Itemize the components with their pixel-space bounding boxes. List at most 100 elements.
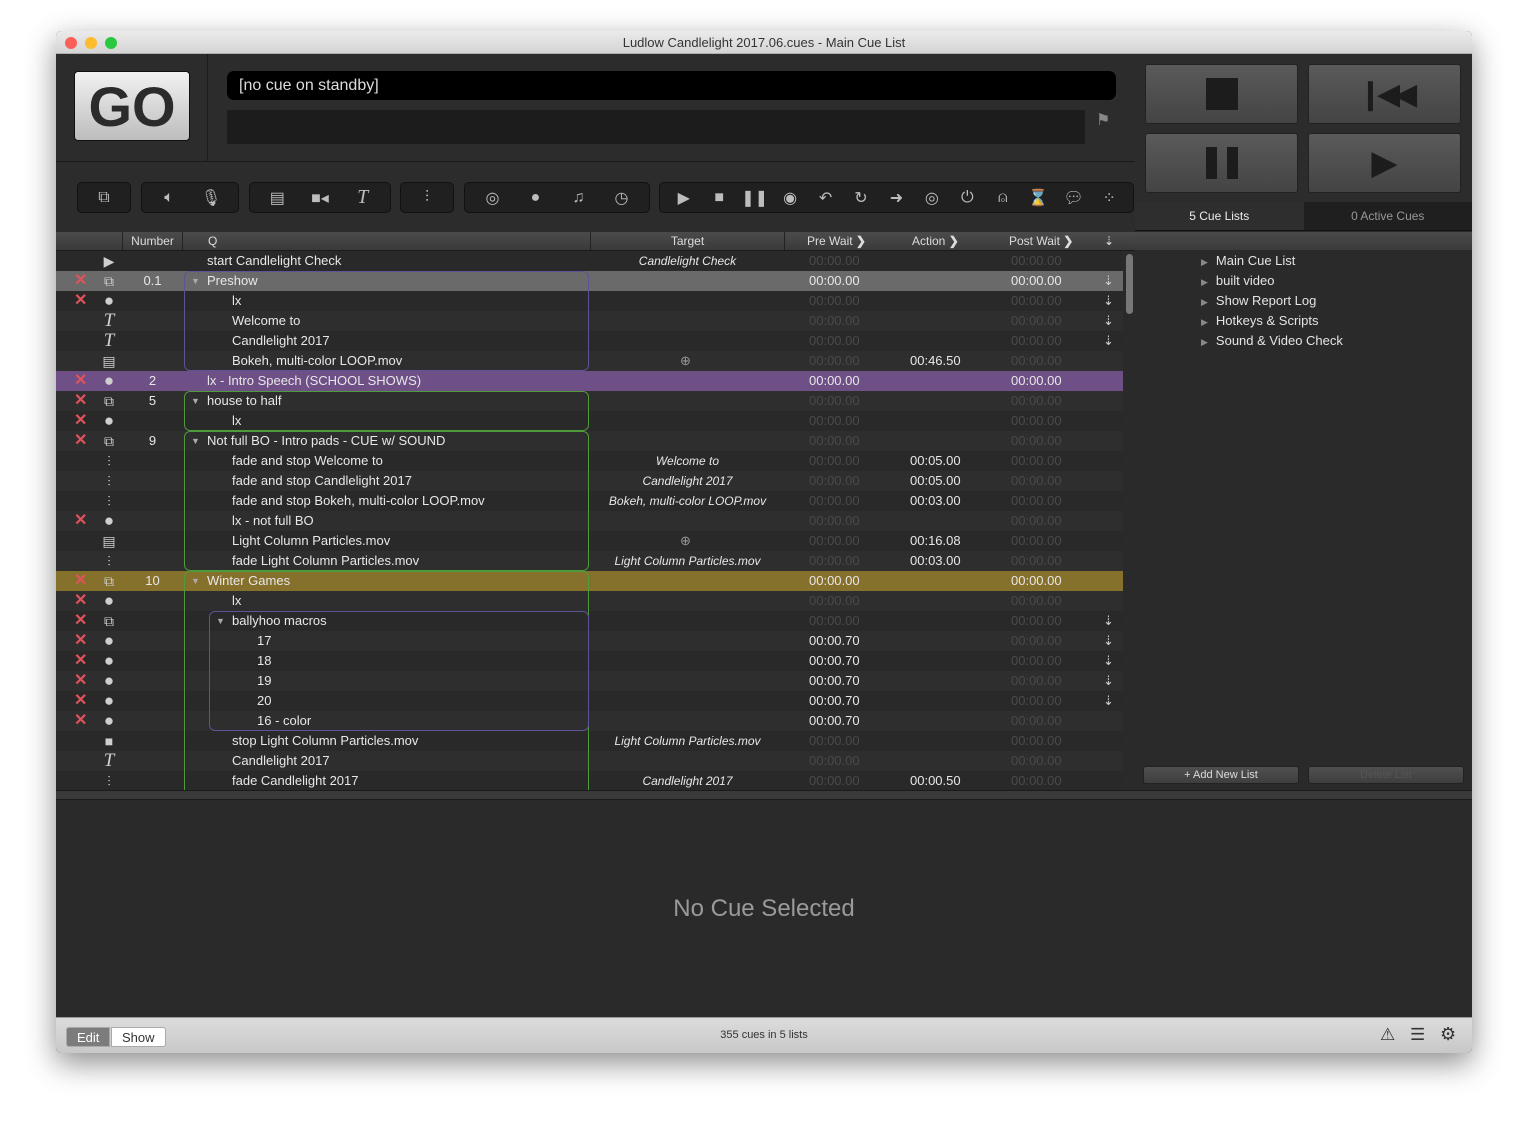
fade-cue-icon[interactable]: ⫶ xyxy=(412,189,442,207)
stop-all-button[interactable] xyxy=(1145,64,1298,124)
disclosure-triangle-icon[interactable]: ▶ xyxy=(1201,317,1208,327)
table-row[interactable]: ▶ start Candlelight Check Candlelight Chec… xyxy=(56,251,1123,271)
add-target-icon[interactable]: ⊕ xyxy=(680,531,691,551)
pre-wait: 00:00.00 xyxy=(809,453,860,468)
table-row[interactable]: ✕ ⧉ 5 ▼ house to half 00:00.00 00:00.00 xyxy=(56,391,1123,411)
target-cue-icon[interactable]: ◎ xyxy=(917,188,947,208)
list-icon[interactable]: ☰ xyxy=(1410,1025,1425,1045)
script-cue-icon[interactable]: ⁘ xyxy=(1094,188,1124,208)
devamp-cue-icon[interactable]: ↻ xyxy=(846,188,876,208)
disclosure-triangle-icon[interactable]: ▶ xyxy=(1201,257,1208,267)
go-button[interactable]: GO xyxy=(74,71,190,141)
col-action[interactable]: Action ❯ xyxy=(912,234,959,248)
disclosure-triangle-icon[interactable]: ▼ xyxy=(191,431,200,451)
disclosure-triangle-icon[interactable]: ▼ xyxy=(216,611,225,631)
table-row[interactable]: ✕ ● 17 00:00.70 00:00.00 ⇣ xyxy=(56,631,1123,651)
table-row[interactable]: ✕ ● lx - not full BO 00:00.00 00:00.00 xyxy=(56,511,1123,531)
pause-cue-icon[interactable]: ❚❚ xyxy=(740,188,770,208)
table-row[interactable]: ✕ ⧉ 9 ▼ Not full BO - Intro pads - CUE w/ SO… xyxy=(56,431,1123,451)
table-row[interactable]: ✕ ● 2 lx - Intro Speech (SCHOOL SHOWS) 00:00… xyxy=(56,371,1123,391)
table-row[interactable]: ✕ ● 18 00:00.70 00:00.00 ⇣ xyxy=(56,651,1123,671)
stop-cue-icon[interactable]: ■ xyxy=(704,189,734,207)
table-row[interactable]: ✕ ● lx 00:00.00 00:00.00 ⇣ xyxy=(56,291,1123,311)
table-row[interactable]: ✕ ⧉ ▼ ballyhoo macros 00:00.00 00:00.00 ⇣ xyxy=(56,611,1123,631)
disclosure-triangle-icon[interactable]: ▼ xyxy=(191,391,200,411)
timecode-cue-icon[interactable]: ◷ xyxy=(607,188,637,208)
table-row[interactable]: ▤ Light Column Particles.mov ⊕ 00:00.00 00:1… xyxy=(56,531,1123,551)
cue-list-item[interactable]: ▶ Main Cue List xyxy=(1201,251,1295,271)
disclosure-triangle-icon[interactable]: ▼ xyxy=(191,571,200,591)
table-row[interactable]: ▤ Bokeh, multi-color LOOP.mov ⊕ 00:00.00 00:… xyxy=(56,351,1123,371)
table-row[interactable]: ✕ ● 20 00:00.70 00:00.00 ⇣ xyxy=(56,691,1123,711)
tab-cue-lists[interactable]: 5 Cue Lists xyxy=(1135,202,1304,230)
settings-gear-icon[interactable]: ⚙ xyxy=(1440,1024,1456,1045)
table-row[interactable]: T Candlelight 2017 00:00.00 00:00.00 ⇣ xyxy=(56,331,1123,351)
memo-cue-icon[interactable]: 💬︎ xyxy=(1059,188,1089,208)
reset-cue-icon[interactable]: ↶ xyxy=(811,188,841,208)
table-row[interactable]: ✕ ● 16 - color 00:00.70 00:00.00 xyxy=(56,711,1123,731)
disclosure-triangle-icon[interactable]: ▼ xyxy=(191,271,200,291)
pre-wait: 00:00.70 xyxy=(809,653,860,668)
table-row[interactable]: ✕ ● lx 00:00.00 00:00.00 xyxy=(56,411,1123,431)
flag-icon[interactable]: ⚑ xyxy=(1096,110,1110,130)
col-q[interactable]: Q xyxy=(208,234,217,248)
midi-cue-icon: ● xyxy=(103,671,115,690)
table-row[interactable]: T Candlelight 2017 00:00.00 00:00.00 xyxy=(56,751,1123,771)
cue-name: fade and stop Candlelight 2017 xyxy=(232,473,412,488)
cue-list-item[interactable]: ▶ Sound & Video Check xyxy=(1201,331,1343,351)
camera-cue-icon[interactable]: ■◂ xyxy=(305,188,335,208)
col-post-wait[interactable]: Post Wait ❯ xyxy=(1009,234,1073,248)
table-row[interactable]: ✕ ● lx 00:00.00 00:00.00 xyxy=(56,591,1123,611)
col-target[interactable]: Target xyxy=(590,232,785,250)
split-handle[interactable] xyxy=(56,790,1472,800)
table-row[interactable]: ✕ ⧉ 10 ▼ Winter Games 00:00.00 00:00.00 xyxy=(56,571,1123,591)
table-row[interactable]: ⫶ fade Light Column Particles.mov Light Co… xyxy=(56,551,1123,571)
table-row[interactable]: ⫶ fade and stop Bokeh, multi-color LOOP.m… xyxy=(56,491,1123,511)
start-cue-icon[interactable]: ▶ xyxy=(669,188,699,208)
music-cue-icon[interactable]: ♫ xyxy=(564,189,594,207)
close-window-button[interactable] xyxy=(65,37,77,49)
zoom-window-button[interactable] xyxy=(105,37,117,49)
table-row[interactable]: ⫶ fade and stop Welcome to Welcome to 00:00… xyxy=(56,451,1123,471)
disclosure-triangle-icon[interactable]: ▶ xyxy=(1201,337,1208,347)
table-row[interactable]: ■ stop Light Column Particles.mov Light Co… xyxy=(56,731,1123,751)
col-number[interactable]: Number xyxy=(122,232,183,250)
disarm-cue-icon[interactable]: ⍝ xyxy=(988,189,1018,207)
goto-cue-icon[interactable]: ➜ xyxy=(881,188,911,208)
delete-list-button[interactable]: Delete List xyxy=(1308,766,1464,784)
table-row[interactable]: ✕ ● 19 00:00.70 00:00.00 ⇣ xyxy=(56,671,1123,691)
resume-button[interactable]: ▶ xyxy=(1308,133,1461,193)
notes-field[interactable] xyxy=(227,110,1085,144)
add-new-list-button[interactable]: + Add New List xyxy=(1143,766,1299,784)
cue-list-item[interactable]: ▶ Hotkeys & Scripts xyxy=(1201,311,1319,331)
scrollbar-thumb[interactable] xyxy=(1126,254,1133,314)
audio-cue-icon[interactable]: 🔈︎ xyxy=(154,189,184,207)
disclosure-triangle-icon[interactable]: ▶ xyxy=(1201,297,1208,307)
minimize-window-button[interactable] xyxy=(85,37,97,49)
tab-active-cues[interactable]: 0 Active Cues xyxy=(1304,202,1473,230)
group-cue-icon[interactable]: ⧉ xyxy=(89,189,119,207)
mic-cue-icon[interactable]: 🎙︎ xyxy=(196,188,226,208)
pause-all-button[interactable] xyxy=(1145,133,1298,193)
add-target-icon[interactable]: ⊕ xyxy=(680,351,691,371)
text-cue-icon[interactable]: T xyxy=(348,186,378,209)
table-row[interactable]: ⫶ fade and stop Candlelight 2017 Candlelig… xyxy=(56,471,1123,491)
cue-list-item[interactable]: ▶ built video xyxy=(1201,271,1274,291)
previous-button[interactable]: ❙◀◀ xyxy=(1308,64,1461,124)
arm-cue-icon[interactable]: ⏻ xyxy=(952,189,982,207)
scrollbar[interactable] xyxy=(1124,251,1135,791)
disclosure-triangle-icon[interactable]: ▶ xyxy=(1201,277,1208,287)
table-row[interactable]: T Welcome to 00:00.00 00:00.00 ⇣ xyxy=(56,311,1123,331)
cue-list-item[interactable]: ▶ Show Report Log xyxy=(1201,291,1316,311)
warning-icon[interactable]: ⚠ xyxy=(1380,1025,1395,1045)
play-icon: ▶ xyxy=(1371,144,1398,182)
table-row[interactable]: ⫶ fade Candlelight 2017 Candlelight 2017 00… xyxy=(56,771,1123,791)
midi-cue-icon[interactable]: ● xyxy=(521,189,551,207)
col-pre-wait[interactable]: Pre Wait ❯ xyxy=(807,234,866,248)
wait-cue-icon[interactable]: ⌛ xyxy=(1023,188,1053,208)
table-row[interactable]: ✕ ⧉ 0.1 ▼ Preshow 00:00.00 00:00.00 ⇣ xyxy=(56,271,1123,291)
continue-column-icon[interactable]: ⇣ xyxy=(1104,234,1114,248)
video-cue-icon[interactable]: ▤ xyxy=(262,188,292,208)
network-cue-icon[interactable]: ◎ xyxy=(478,188,508,208)
load-cue-icon[interactable]: ◉ xyxy=(775,188,805,208)
